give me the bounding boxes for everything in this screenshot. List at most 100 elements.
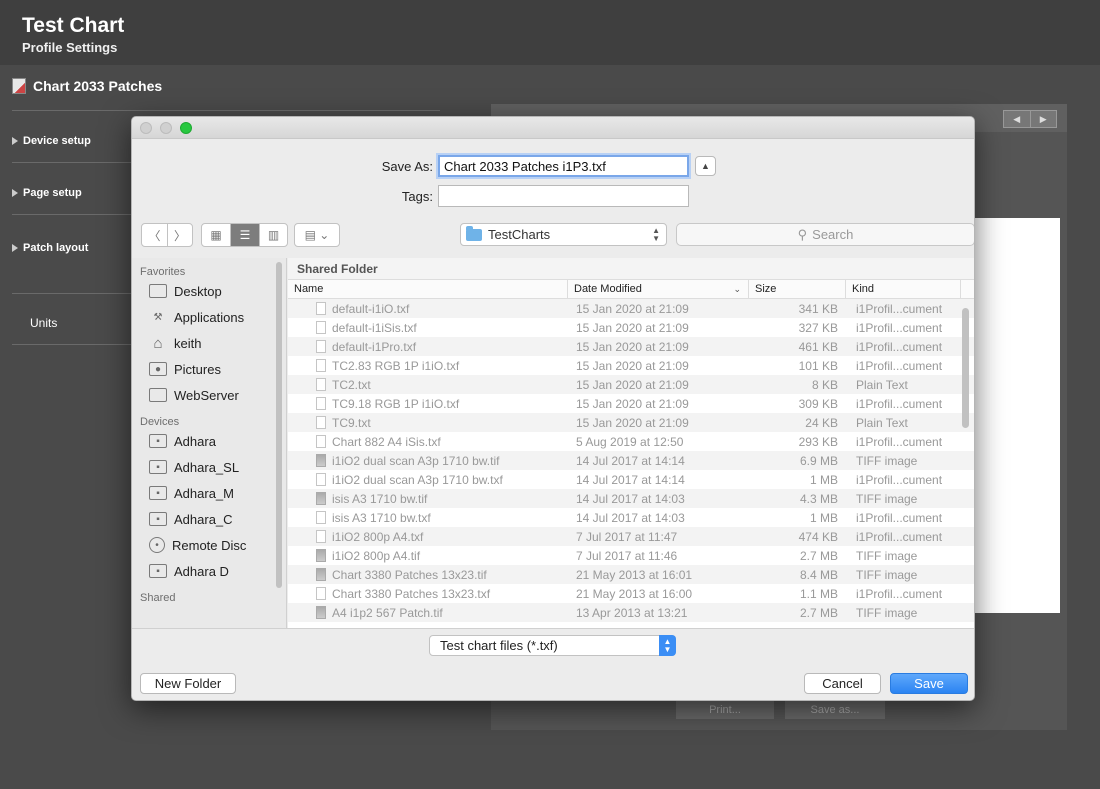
file-name-cell: i1iO2 800p A4.tif	[288, 546, 568, 565]
image-file-icon	[316, 492, 326, 505]
table-row[interactable]: Chart 3380 Patches 13x23.txf 21 May 2013 …	[288, 584, 974, 603]
sidebar-item-adhara-c[interactable]: ▪ Adhara_C	[132, 506, 286, 532]
file-date-cell: 15 Jan 2020 at 21:09	[576, 320, 689, 335]
table-row[interactable]: TC2.txt 15 Jan 2020 at 21:09 8 KB Plain Tex…	[288, 375, 974, 394]
file-kind-cell: TIFF image	[856, 567, 918, 582]
sidebar-scrollbar[interactable]	[276, 262, 282, 588]
file-date-cell: 7 Jul 2017 at 11:46	[576, 548, 678, 563]
table-row[interactable]: isis A3 1710 bw.txf 14 Jul 2017 at 14:03 1…	[288, 508, 974, 527]
file-name-cell: i1iO2 800p A4.txf	[288, 527, 568, 546]
file-name: Chart 3380 Patches 13x23.txf	[332, 586, 491, 601]
file-name: Chart 882 A4 iSis.txf	[332, 434, 441, 449]
sidebar-item-adhara[interactable]: ▪ Adhara	[132, 428, 286, 454]
dialog-footer: Test chart files (*.txf) ▲ ▼ New Folder C…	[132, 628, 974, 700]
back-icon[interactable]: 〈	[142, 224, 167, 246]
file-date-cell: 21 May 2013 at 16:01	[576, 567, 693, 582]
sidebar-item-page-setup[interactable]: Page setup	[12, 187, 82, 199]
tags-field[interactable]	[438, 185, 689, 207]
sidebar-item-remote-disc[interactable]: • Remote Disc	[132, 532, 286, 558]
sidebar-item-device-setup[interactable]: Device setup	[12, 135, 91, 147]
divider	[12, 344, 132, 345]
view-mode-buttons: ▦ ☰ ▥	[201, 223, 288, 247]
sidebar-item-adhara-d[interactable]: ▪ Adhara D	[132, 558, 286, 584]
sidebar-item-patch-layout[interactable]: Patch layout	[12, 242, 88, 254]
document-file-icon	[316, 378, 326, 391]
file-size-cell: 1 MB	[809, 510, 838, 525]
file-date-cell: 15 Jan 2020 at 21:09	[576, 377, 689, 392]
sidebar-item-webserver[interactable]: WebServer	[132, 382, 286, 408]
table-row[interactable]: i1iO2 dual scan A3p 1710 bw.tif 14 Jul 20…	[288, 451, 974, 470]
group-by-button[interactable]: ▤ ⌄	[294, 223, 340, 247]
icon-view-icon[interactable]: ▦	[202, 224, 230, 246]
forward-icon[interactable]: 〉	[167, 224, 192, 246]
save-as-button[interactable]: Save as...	[785, 700, 885, 719]
document-file-icon	[316, 435, 326, 448]
sidebar-item-label: Page setup	[23, 187, 82, 199]
list-view-icon[interactable]: ☰	[230, 224, 259, 246]
file-date-cell: 5 Aug 2019 at 12:50	[576, 434, 684, 449]
browser-toolbar: 〈 〉 ▦ ☰ ▥ ▤ ⌄ TestCharts ▲ ▼ ⚲ Search	[141, 223, 974, 247]
sidebar-item-desktop[interactable]: Desktop	[132, 278, 286, 304]
table-row[interactable]: TC9.txt 15 Jan 2020 at 21:09 24 KB Plain Te…	[288, 413, 974, 432]
print-button[interactable]: Print...	[676, 700, 774, 719]
file-name-cell: Chart 3380 Patches 13x23.txf	[288, 584, 568, 603]
sidebar-item-label: WebServer	[174, 387, 239, 403]
file-name-cell: TC9.18 RGB 1P i1iO.txf	[288, 394, 568, 413]
sidebar-item-applications[interactable]: ⚒ Applications	[132, 304, 286, 330]
expand-dialog-button[interactable]: ▲	[695, 156, 716, 176]
devices-header: Devices	[140, 416, 180, 428]
column-view-icon[interactable]: ▥	[259, 224, 287, 246]
table-row[interactable]: Chart 882 A4 iSis.txf 5 Aug 2019 at 12:50…	[288, 432, 974, 451]
sidebar-item-adhara-m[interactable]: ▪ Adhara_M	[132, 480, 286, 506]
table-row[interactable]: default-i1iO.txf 15 Jan 2020 at 21:09 341 …	[288, 299, 974, 318]
save-button[interactable]: Save	[890, 673, 968, 694]
column-header-name[interactable]: Name	[288, 280, 568, 298]
file-name: isis A3 1710 bw.tif	[332, 491, 428, 506]
file-name-cell: Chart 3380 Patches 13x23.tif	[288, 565, 568, 584]
disk-icon: ▪	[149, 460, 167, 474]
prev-page-icon[interactable]: ◀	[1004, 111, 1030, 127]
table-row[interactable]: isis A3 1710 bw.tif 14 Jul 2017 at 14:03 4…	[288, 489, 974, 508]
new-folder-button[interactable]: New Folder	[140, 673, 236, 694]
tags-row: Tags:	[132, 185, 689, 207]
sidebar-item-label: Remote Disc	[172, 537, 247, 553]
table-row[interactable]: TC9.18 RGB 1P i1iO.txf 15 Jan 2020 at 21:…	[288, 394, 974, 413]
file-list-scrollbar[interactable]	[962, 308, 969, 428]
close-window-button[interactable]	[140, 121, 152, 134]
page-nav-buttons[interactable]: ◀ ▶	[1003, 110, 1057, 128]
table-row[interactable]: TC2.83 RGB 1P i1iO.txf 15 Jan 2020 at 21:…	[288, 356, 974, 375]
table-row[interactable]: i1iO2 800p A4.txf 7 Jul 2017 at 11:47 474 …	[288, 527, 974, 546]
sidebar-item-pictures[interactable]: ● Pictures	[132, 356, 286, 382]
file-kind-cell: i1Profil...cument	[856, 529, 943, 544]
save-as-field[interactable]	[438, 155, 689, 177]
file-format-popup[interactable]: Test chart files (*.txf) ▲ ▼	[429, 635, 676, 656]
cancel-button[interactable]: Cancel	[804, 673, 881, 694]
file-date-cell: 7 Jul 2017 at 11:47	[576, 529, 678, 544]
search-field[interactable]: ⚲ Search	[676, 223, 974, 246]
file-size-cell: 309 KB	[798, 396, 838, 411]
table-row[interactable]: default-i1iSis.txf 15 Jan 2020 at 21:09 32…	[288, 318, 974, 337]
table-row[interactable]: i1iO2 800p A4.tif 7 Jul 2017 at 11:46 2.7 …	[288, 546, 974, 565]
zoom-window-button[interactable]	[180, 121, 192, 134]
table-row[interactable]: i1iO2 dual scan A3p 1710 bw.txf 14 Jul 20…	[288, 470, 974, 489]
minimize-window-button[interactable]	[160, 121, 172, 134]
column-header-date[interactable]: Date Modified ⌄	[568, 280, 749, 298]
sidebar-item-label: Pictures	[174, 361, 221, 377]
sidebar-item-keith[interactable]: ⌂ keith	[132, 330, 286, 356]
table-row[interactable]: default-i1Pro.txf 15 Jan 2020 at 21:09 461…	[288, 337, 974, 356]
file-kind-cell: i1Profil...cument	[856, 358, 943, 373]
file-size-cell: 6.9 MB	[799, 453, 838, 468]
table-row[interactable]: Chart 3380 Patches 13x23.tif 21 May 2013 …	[288, 565, 974, 584]
location-popup[interactable]: TestCharts ▲ ▼	[460, 223, 667, 246]
column-header-kind[interactable]: Kind	[846, 280, 961, 298]
file-kind-cell: i1Profil...cument	[856, 320, 943, 335]
file-kind-cell: TIFF image	[856, 548, 918, 563]
column-header-size[interactable]: Size	[749, 280, 846, 298]
file-name: i1iO2 800p A4.tif	[332, 548, 421, 563]
image-file-icon	[316, 606, 326, 619]
table-row[interactable]: A4 i1p2 567 Patch.tif 13 Apr 2013 at 13:2…	[288, 603, 974, 622]
shared-folder-header: Shared Folder	[288, 258, 974, 279]
next-page-icon[interactable]: ▶	[1029, 111, 1057, 127]
disclosure-triangle-icon	[12, 244, 18, 252]
sidebar-item-adhara-sl[interactable]: ▪ Adhara_SL	[132, 454, 286, 480]
